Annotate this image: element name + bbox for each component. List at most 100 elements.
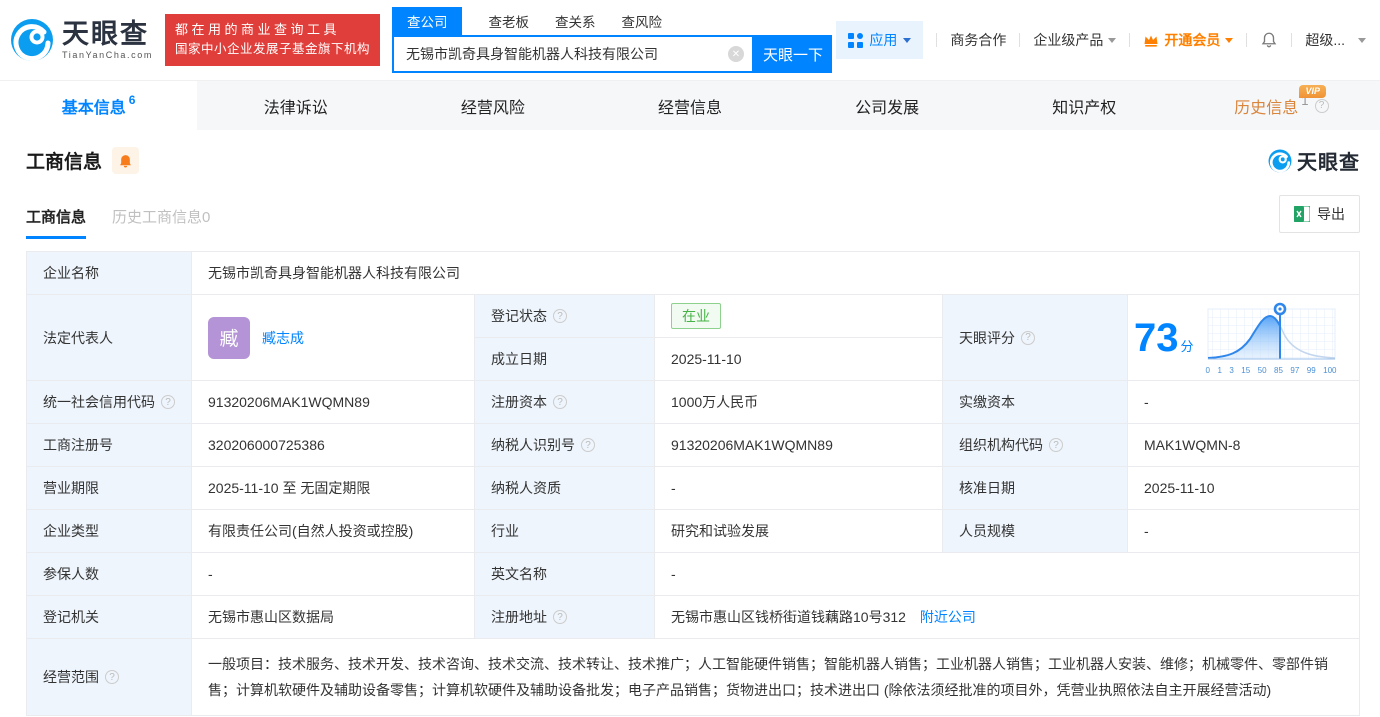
help-icon[interactable] [1314, 98, 1329, 113]
clear-icon[interactable] [727, 46, 744, 62]
table-row: 企业名称 无锡市凯奇具身智能机器人科技有限公司 [26, 251, 1360, 295]
field-label: 天眼评分 [959, 329, 1015, 346]
tab-label: 公司发展 [855, 99, 920, 117]
tab-history-info[interactable]: VIP 历史信息 1 [1183, 81, 1380, 130]
table-row: 参保人数 - 英文名称 - [26, 552, 1360, 596]
nearby-companies-link[interactable]: 附近公司 [920, 609, 976, 625]
announcement-bell-icon [120, 154, 131, 167]
help-icon[interactable] [553, 395, 567, 409]
score-cell: 73 分 0 1 3 15 50 85 97 99 100 [1127, 294, 1360, 381]
insured-count-label: 参保人数 [26, 552, 192, 596]
legal-rep-link[interactable]: 臧志成 [262, 328, 304, 348]
search-button[interactable]: 天眼一下 [753, 35, 832, 73]
field-label: 注册资本 [491, 394, 547, 410]
reg-number-value: 320206000725386 [191, 423, 475, 467]
establish-date-label: 成立日期 [474, 337, 655, 381]
top-header: 天眼查 TianYanCha.com 都在用的商业查询工具 国家中小企业发展子基… [0, 0, 1380, 80]
tab-intellectual-property[interactable]: 知识产权 [986, 81, 1183, 130]
search-tab-company[interactable]: 查公司 [391, 7, 463, 35]
industry-value: 研究和试验发展 [654, 509, 943, 553]
tianyancha-logo[interactable]: 天眼查 TianYanCha.com [10, 18, 153, 62]
menu-item-cooperation[interactable]: 商务合作 [950, 30, 1006, 50]
divider [1246, 33, 1248, 47]
tab-label: 基本信息 [61, 99, 126, 117]
announcement-button[interactable] [112, 147, 140, 174]
table-row: 法定代表人 臧 臧志成 登记状态 在业 天眼评分 [26, 294, 1360, 381]
tianyancha-swirl-icon [1268, 149, 1292, 172]
tab-legal-proceedings[interactable]: 法律诉讼 [197, 81, 394, 130]
menu-item-super[interactable]: 超级... [1305, 30, 1345, 50]
business-scope-label: 经营范围 [26, 638, 192, 716]
field-label: 纳税人识别号 [491, 437, 575, 453]
vip-badge: VIP [1299, 85, 1326, 98]
search-area: 查公司 查老板 查关系 查风险 天眼一下 [391, 7, 832, 73]
subtab-business-info[interactable]: 工商信息 [26, 206, 87, 239]
export-label: 导出 [1317, 206, 1345, 222]
staff-size-label: 人员规模 [942, 509, 1128, 553]
score-value: 73 [1134, 315, 1179, 360]
credit-code-label: 统一社会信用代码 [26, 380, 192, 424]
field-label: 组织机构代码 [959, 437, 1043, 453]
axis-tick: 1 [1217, 365, 1222, 375]
tab-business-info[interactable]: 经营信息 [591, 81, 788, 130]
paid-capital-value: - [1127, 380, 1360, 424]
tab-company-development[interactable]: 公司发展 [789, 81, 986, 130]
help-icon[interactable] [1049, 438, 1063, 452]
help-icon[interactable] [553, 309, 567, 323]
tab-label: 知识产权 [1052, 99, 1117, 117]
notification-bell-button[interactable] [1260, 31, 1278, 49]
field-label: 登记状态 [491, 308, 547, 324]
english-name-label: 英文名称 [474, 552, 655, 596]
legal-rep-avatar[interactable]: 臧 [208, 316, 250, 359]
axis-tick: 15 [1241, 365, 1251, 375]
chevron-down-icon [903, 37, 912, 43]
apps-button[interactable]: 应用 [836, 21, 924, 59]
table-row: 统一社会信用代码 91320206MAK1WQMN89 注册资本 1000万人民… [26, 380, 1360, 424]
help-icon[interactable] [1021, 330, 1035, 345]
credit-code-value: 91320206MAK1WQMN89 [191, 380, 475, 424]
score-axis-labels: 0 1 3 15 50 85 97 99 100 [1206, 366, 1337, 375]
search-tab-boss[interactable]: 查老板 [488, 7, 529, 35]
search-tab-risk[interactable]: 查风险 [621, 7, 662, 35]
tab-count: 6 [128, 93, 136, 107]
help-icon[interactable] [553, 610, 567, 624]
search-input[interactable] [393, 46, 728, 62]
org-code-value: MAK1WQMN-8 [1127, 423, 1360, 467]
export-button[interactable]: 导出 [1279, 195, 1360, 233]
help-icon[interactable] [105, 670, 119, 684]
score-label: 天眼评分 [942, 294, 1128, 381]
tab-business-risk[interactable]: 经营风险 [394, 81, 591, 130]
main-nav-tabs: 基本信息 6 法律诉讼 经营风险 经营信息 公司发展 知识产权 VIP 历史信息… [0, 80, 1380, 130]
table-row: 企业类型 有限责任公司(自然人投资或控股) 行业 研究和试验发展 人员规模 - [26, 509, 1360, 553]
chevron-down-icon[interactable] [1358, 37, 1366, 43]
address-text: 无锡市惠山区钱桥街道钱藕路10号312 [671, 609, 906, 625]
vip-button[interactable]: 开通会员 [1143, 30, 1234, 50]
watermark-text: 天眼查 [1297, 152, 1360, 174]
top-menu: 应用 商务合作 企业级产品 开通会员 超级... [836, 21, 1366, 59]
legal-rep-cell: 臧 臧志成 [191, 294, 475, 381]
english-name-value: - [654, 552, 1360, 596]
business-info-section: 工商信息 天眼查 工商信息 历史工商信息0 导出 企业名称 无锡市凯奇具身智能机… [0, 146, 1380, 716]
axis-tick: 100 [1323, 365, 1337, 375]
tab-label: 经营风险 [460, 99, 525, 117]
table-row: 营业期限 2025-11-10 至 无固定期限 纳税人资质 - 核准日期 202… [26, 466, 1360, 510]
legal-rep-label: 法定代表人 [26, 294, 192, 381]
subtab-history-business-info[interactable]: 历史工商信息0 [112, 206, 210, 239]
reg-address-label: 注册地址 [474, 595, 655, 639]
apps-label: 应用 [869, 32, 898, 48]
tab-basic-info[interactable]: 基本信息 6 [0, 81, 198, 130]
menu-item-enterprise[interactable]: 企业级产品 [1033, 30, 1117, 50]
establish-date-value: 2025-11-10 [654, 337, 943, 381]
help-icon[interactable] [161, 395, 175, 409]
search-tab-relation[interactable]: 查关系 [555, 7, 596, 35]
taxpayer-id-label: 纳税人识别号 [474, 423, 655, 467]
company-type-value: 有限责任公司(自然人投资或控股) [191, 509, 475, 553]
paid-capital-label: 实缴资本 [942, 380, 1128, 424]
help-icon[interactable] [581, 438, 595, 452]
crown-icon [1144, 35, 1158, 47]
page-title: 工商信息 [26, 152, 103, 173]
company-name-value: 无锡市凯奇具身智能机器人科技有限公司 [191, 251, 1360, 295]
table-row: 经营范围 一般项目：技术服务、技术开发、技术咨询、技术交流、技术转让、技术推广；… [26, 638, 1360, 716]
tianyancha-swirl-icon [11, 19, 53, 62]
vip-label: 开通会员 [1164, 32, 1221, 48]
